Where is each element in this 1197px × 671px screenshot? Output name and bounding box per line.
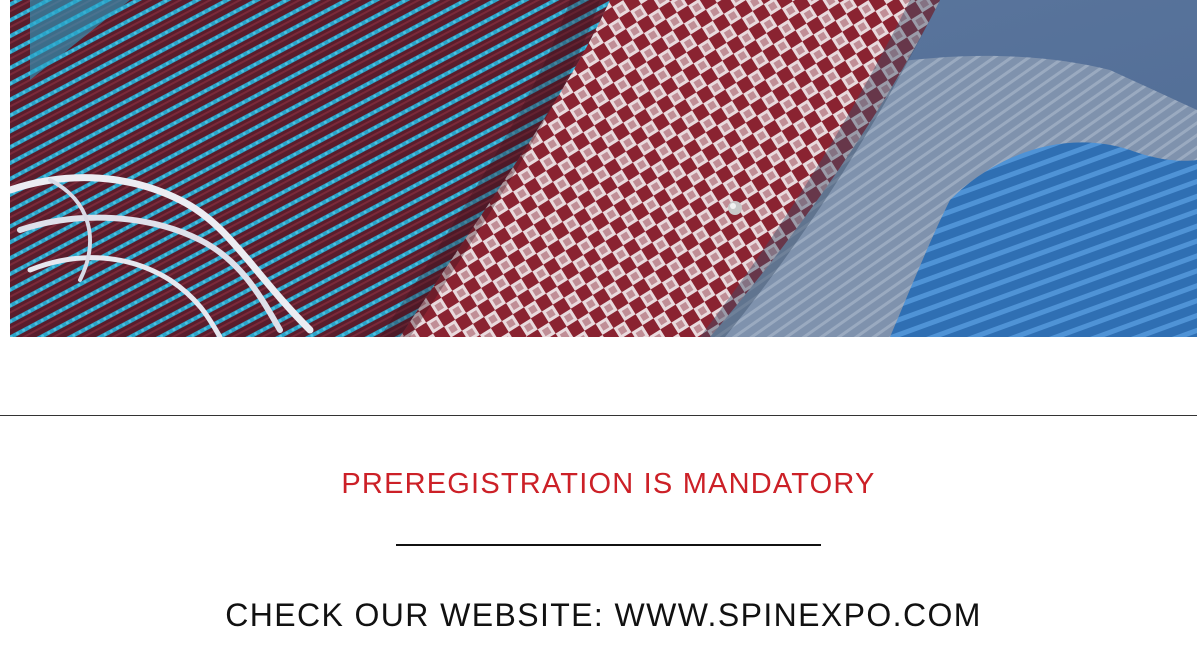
- newsletter-page: PREREGISTRATION IS MANDATORY CHECK OUR W…: [0, 0, 1197, 671]
- headline-underline: [396, 544, 821, 546]
- preregistration-notice: PREREGISTRATION IS MANDATORY: [341, 468, 876, 500]
- hero-fabric-image: [10, 0, 1197, 337]
- section-divider: [0, 415, 1197, 416]
- website-callout[interactable]: CHECK OUR WEBSITE: WWW.SPINEXPO.COM: [0, 596, 1197, 634]
- fabric-illustration: [10, 0, 1197, 337]
